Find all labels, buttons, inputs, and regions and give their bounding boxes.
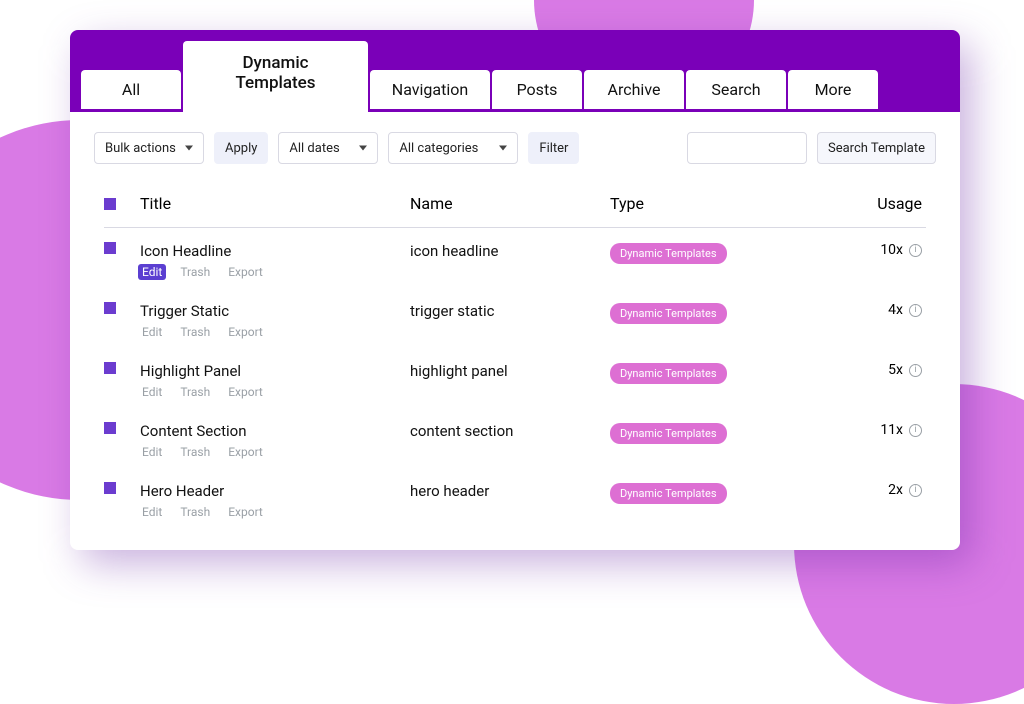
- row-action-trash[interactable]: Trash: [176, 504, 214, 520]
- row-checkbox[interactable]: [104, 362, 116, 374]
- table-area: Title Name Type Usage Icon Headline Edit T…: [70, 174, 960, 550]
- row-action-export[interactable]: Export: [224, 504, 267, 520]
- table-row: Icon Headline Edit Trash Export icon headlin…: [104, 228, 926, 288]
- tab-search[interactable]: Search: [686, 70, 786, 112]
- search-template-button[interactable]: Search Template: [817, 132, 936, 164]
- date-filter-select[interactable]: All dates: [278, 132, 378, 164]
- toolbar: Bulk actions Apply All dates All categor…: [70, 112, 960, 174]
- row-action-edit[interactable]: Edit: [138, 324, 166, 340]
- tab-archive[interactable]: Archive: [584, 70, 684, 112]
- table-row: Trigger Static Edit Trash Export trigger sta…: [104, 288, 926, 348]
- admin-panel: All Dynamic Templates Navigation Posts A…: [70, 30, 960, 550]
- row-checkbox[interactable]: [104, 302, 116, 314]
- type-badge: Dynamic Templates: [610, 423, 727, 444]
- apply-button[interactable]: Apply: [214, 132, 268, 164]
- row-title[interactable]: Highlight Panel: [140, 362, 410, 380]
- row-usage-count: 4x: [888, 302, 903, 318]
- bulk-actions-select[interactable]: Bulk actions: [94, 132, 204, 164]
- row-title[interactable]: Trigger Static: [140, 302, 410, 320]
- category-filter-select[interactable]: All categories: [388, 132, 518, 164]
- tab-navigation[interactable]: Navigation: [370, 70, 490, 112]
- row-actions: Edit Trash Export: [138, 444, 410, 460]
- row-checkbox[interactable]: [104, 242, 116, 254]
- info-icon[interactable]: i: [909, 424, 922, 437]
- info-icon[interactable]: i: [909, 364, 922, 377]
- row-checkbox[interactable]: [104, 422, 116, 434]
- type-badge: Dynamic Templates: [610, 483, 727, 504]
- row-usage-count: 5x: [888, 362, 903, 378]
- row-name: hero header: [410, 482, 610, 500]
- row-actions: Edit Trash Export: [138, 264, 410, 280]
- type-badge: Dynamic Templates: [610, 303, 727, 324]
- row-checkbox[interactable]: [104, 482, 116, 494]
- table-header: Title Name Type Usage: [104, 194, 926, 228]
- row-action-edit[interactable]: Edit: [138, 504, 166, 520]
- row-usage-count: 2x: [888, 482, 903, 498]
- row-action-trash[interactable]: Trash: [176, 444, 214, 460]
- row-action-export[interactable]: Export: [224, 264, 267, 280]
- row-name: icon headline: [410, 242, 610, 260]
- row-name: content section: [410, 422, 610, 440]
- row-action-export[interactable]: Export: [224, 324, 267, 340]
- tab-posts[interactable]: Posts: [492, 70, 582, 112]
- row-title[interactable]: Content Section: [140, 422, 410, 440]
- table-row: Highlight Panel Edit Trash Export highlight …: [104, 348, 926, 408]
- select-all-checkbox[interactable]: [104, 198, 116, 210]
- row-action-trash[interactable]: Trash: [176, 384, 214, 400]
- row-action-trash[interactable]: Trash: [176, 324, 214, 340]
- table-row: Hero Header Edit Trash Export hero headerDyn…: [104, 468, 926, 528]
- type-badge: Dynamic Templates: [610, 363, 727, 384]
- row-action-trash[interactable]: Trash: [176, 264, 214, 280]
- row-action-edit[interactable]: Edit: [138, 444, 166, 460]
- row-usage-count: 10x: [880, 242, 903, 258]
- type-badge: Dynamic Templates: [610, 243, 727, 264]
- search-input[interactable]: [687, 132, 807, 164]
- tab-bar: All Dynamic Templates Navigation Posts A…: [70, 30, 960, 112]
- row-actions: Edit Trash Export: [138, 384, 410, 400]
- row-actions: Edit Trash Export: [138, 504, 410, 520]
- row-actions: Edit Trash Export: [138, 324, 410, 340]
- table-body: Icon Headline Edit Trash Export icon headlin…: [104, 228, 926, 528]
- column-name-header[interactable]: Name: [410, 194, 610, 213]
- row-action-export[interactable]: Export: [224, 384, 267, 400]
- row-name: highlight panel: [410, 362, 610, 380]
- column-title-header[interactable]: Title: [140, 194, 410, 213]
- row-usage-count: 11x: [880, 422, 903, 438]
- column-usage-header[interactable]: Usage: [810, 194, 926, 213]
- info-icon[interactable]: i: [909, 304, 922, 317]
- tab-all[interactable]: All: [81, 70, 181, 112]
- row-title[interactable]: Icon Headline: [140, 242, 410, 260]
- filter-button[interactable]: Filter: [528, 132, 579, 164]
- info-icon[interactable]: i: [909, 484, 922, 497]
- row-action-export[interactable]: Export: [224, 444, 267, 460]
- row-action-edit[interactable]: Edit: [138, 264, 166, 280]
- table-row: Content Section Edit Trash Export content se…: [104, 408, 926, 468]
- row-name: trigger static: [410, 302, 610, 320]
- row-action-edit[interactable]: Edit: [138, 384, 166, 400]
- row-title[interactable]: Hero Header: [140, 482, 410, 500]
- info-icon[interactable]: i: [909, 244, 922, 257]
- tab-dynamic-templates[interactable]: Dynamic Templates: [183, 41, 368, 112]
- column-type-header[interactable]: Type: [610, 194, 810, 213]
- tab-more[interactable]: More: [788, 70, 878, 112]
